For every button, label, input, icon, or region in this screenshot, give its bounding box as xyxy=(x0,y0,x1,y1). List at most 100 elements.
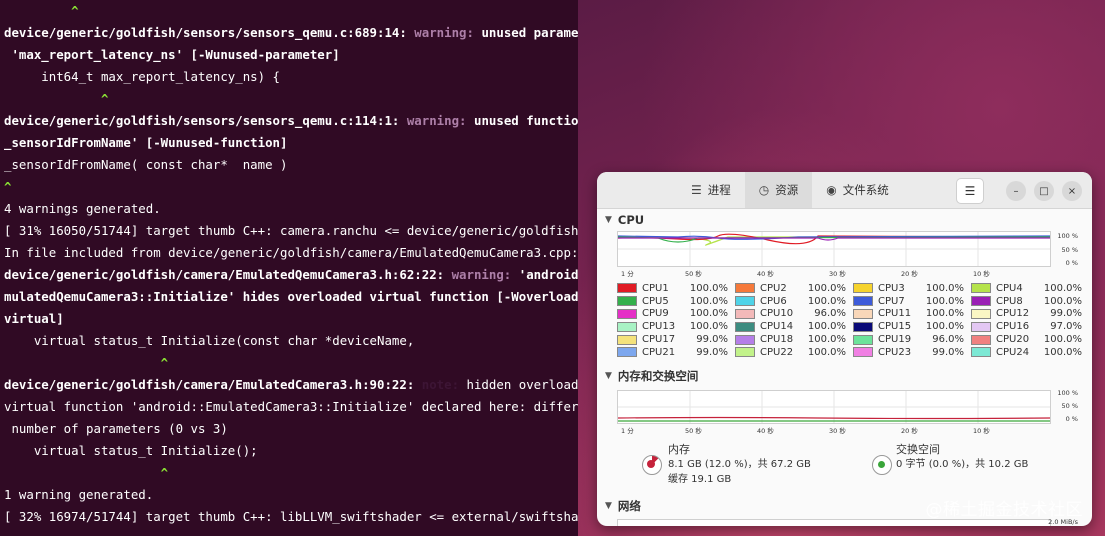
cpu-legend-item[interactable]: CPU9 100.0% xyxy=(617,308,735,321)
chevron-down-icon: ▼ xyxy=(605,501,612,511)
cpu-color-swatch[interactable] xyxy=(853,347,873,358)
tab-label: 资源 xyxy=(775,183,799,197)
terminal-window[interactable]: ^ device/generic/goldfish/sensors/sensors… xyxy=(0,0,579,536)
terminal-text: In file included from device/generic/gol… xyxy=(4,245,579,260)
cpu-color-swatch[interactable] xyxy=(735,296,755,307)
header-bar: ☰ 进程 ◷ 资源 ◉ 文件系统 ☰ – □ × xyxy=(597,172,1092,209)
chevron-down-icon: ▼ xyxy=(605,371,612,381)
tab-file-systems[interactable]: ◉ 文件系统 xyxy=(812,172,902,208)
terminal-line: [ 32% 16974/51744] target thumb C++: lib… xyxy=(0,506,578,528)
section-title: 网络 xyxy=(617,499,641,513)
cpu-color-swatch[interactable] xyxy=(735,283,755,294)
cpu-legend-item[interactable]: CPU17 99.0% xyxy=(617,333,735,346)
cpu-legend-item[interactable]: CPU22 100.0% xyxy=(735,346,853,359)
cpu-color-swatch[interactable] xyxy=(853,308,873,319)
cpu-color-swatch[interactable] xyxy=(617,308,637,319)
terminal-line: ^ xyxy=(0,176,578,198)
cpu-legend-item[interactable]: CPU4 100.0% xyxy=(971,282,1089,295)
cpu-legend-item[interactable]: CPU15 100.0% xyxy=(853,320,971,333)
cpu-name: CPU4 xyxy=(996,282,1023,294)
minimize-icon[interactable]: – xyxy=(1006,181,1026,201)
cpu-color-swatch[interactable] xyxy=(735,308,755,319)
memory-section-header[interactable]: ▼ 内存和交换空间 xyxy=(605,368,698,384)
tab-resources[interactable]: ◷ 资源 xyxy=(744,172,813,208)
terminal-text: unused parameter xyxy=(481,25,579,40)
terminal-text: 'max_report_latency_ns' [-Wunused-parame… xyxy=(4,47,340,62)
cpu-color-swatch[interactable] xyxy=(617,321,637,332)
cpu-color-swatch[interactable] xyxy=(853,283,873,294)
maximize-icon[interactable]: □ xyxy=(1034,181,1054,201)
system-monitor-window: ☰ 进程 ◷ 资源 ◉ 文件系统 ☰ – □ × ▼ CPU 100 % 50 … xyxy=(597,172,1092,526)
network-section-header[interactable]: ▼ 网络 xyxy=(605,498,641,514)
cpu-legend-item[interactable]: CPU7 100.0% xyxy=(853,295,971,308)
terminal-line: device/generic/goldfish/camera/EmulatedC… xyxy=(0,374,578,396)
terminal-line: 1 warning generated. xyxy=(0,484,578,506)
cpu-name: CPU15 xyxy=(878,321,912,333)
terminal-text: [ 32% 16974/51744] target thumb C++: lib… xyxy=(4,509,579,524)
cpu-color-swatch[interactable] xyxy=(971,296,991,307)
cpu-color-swatch[interactable] xyxy=(853,296,873,307)
cpu-legend-item[interactable]: CPU2 100.0% xyxy=(735,282,853,295)
cpu-color-swatch[interactable] xyxy=(617,334,637,345)
cpu-legend-item[interactable]: CPU20 100.0% xyxy=(971,333,1089,346)
cpu-legend-item[interactable]: CPU16 97.0% xyxy=(971,320,1089,333)
cpu-legend-item[interactable]: CPU18 100.0% xyxy=(735,333,853,346)
cpu-color-swatch[interactable] xyxy=(971,334,991,345)
terminal-text: hidden overloaded xyxy=(466,377,579,392)
cpu-legend-item[interactable]: CPU21 99.0% xyxy=(617,346,735,359)
cpu-legend-item[interactable]: CPU5 100.0% xyxy=(617,295,735,308)
mem-pct-label: 0 % xyxy=(1065,415,1078,423)
cpu-usage-value: 100.0% xyxy=(1043,282,1082,294)
swap-used: 0 字节 (0.0 %)，共 10.2 GB xyxy=(896,459,1029,470)
cpu-color-swatch[interactable] xyxy=(971,308,991,319)
cpu-section-header[interactable]: ▼ CPU xyxy=(605,213,644,227)
cpu-color-swatch[interactable] xyxy=(735,334,755,345)
tab-processes[interactable]: ☰ 进程 xyxy=(677,172,745,208)
cpu-color-swatch[interactable] xyxy=(971,347,991,358)
cpu-color-swatch[interactable] xyxy=(735,347,755,358)
cpu-name: CPU24 xyxy=(996,346,1030,358)
cpu-name: CPU8 xyxy=(996,295,1023,307)
cpu-color-swatch[interactable] xyxy=(617,347,637,358)
cpu-usage-value: 100.0% xyxy=(807,321,846,333)
terminal-text: virtual] xyxy=(4,311,64,326)
cpu-legend-item[interactable]: CPU13 100.0% xyxy=(617,320,735,333)
cpu-legend-item[interactable]: CPU11 100.0% xyxy=(853,308,971,321)
time-label: 30 秒 xyxy=(829,270,846,278)
cpu-usage-value: 100.0% xyxy=(925,295,964,307)
memory-used: 8.1 GB (12.0 %)，共 67.2 GB xyxy=(668,459,811,470)
terminal-text: ^ xyxy=(4,355,169,370)
cpu-usage-value: 99.0% xyxy=(696,346,728,358)
cpu-legend-item[interactable]: CPU3 100.0% xyxy=(853,282,971,295)
terminal-line: virtual status_t Initialize(const char *… xyxy=(0,330,578,352)
terminal-text: unused function ' xyxy=(473,113,579,128)
cpu-color-swatch[interactable] xyxy=(853,334,873,345)
swap-info: 交换空间 0 字节 (0.0 %)，共 10.2 GB xyxy=(896,442,1028,472)
cpu-legend-item[interactable]: CPU23 99.0% xyxy=(853,346,971,359)
cpu-color-swatch[interactable] xyxy=(617,283,637,294)
disk-icon: ◉ xyxy=(826,183,837,197)
close-icon[interactable]: × xyxy=(1062,181,1082,201)
terminal-text: device/generic/goldfish/camera/EmulatedQ… xyxy=(4,267,452,282)
cpu-color-swatch[interactable] xyxy=(735,321,755,332)
cpu-legend-item[interactable]: CPU1 100.0% xyxy=(617,282,735,295)
cpu-legend-item[interactable]: CPU14 100.0% xyxy=(735,320,853,333)
cpu-legend-item[interactable]: CPU24 100.0% xyxy=(971,346,1089,359)
cpu-color-swatch[interactable] xyxy=(853,321,873,332)
cpu-color-swatch[interactable] xyxy=(617,296,637,307)
time-label: 40 秒 xyxy=(757,427,774,435)
cpu-legend-item[interactable]: CPU6 100.0% xyxy=(735,295,853,308)
cpu-legend-item[interactable]: CPU8 100.0% xyxy=(971,295,1089,308)
cpu-name: CPU16 xyxy=(996,321,1030,333)
cpu-color-swatch[interactable] xyxy=(971,283,991,294)
cpu-usage-value: 99.0% xyxy=(932,346,964,358)
swap-dot xyxy=(878,461,885,468)
cpu-usage-value: 100.0% xyxy=(689,282,728,294)
cpu-legend-item[interactable]: CPU10 96.0% xyxy=(735,308,853,321)
terminal-text: virtual status_t Initialize(); xyxy=(4,443,258,458)
terminal-line: mulatedQemuCamera3::Initialize' hides ov… xyxy=(0,286,578,308)
hamburger-menu-icon[interactable]: ☰ xyxy=(956,178,984,204)
cpu-legend-item[interactable]: CPU19 96.0% xyxy=(853,333,971,346)
cpu-color-swatch[interactable] xyxy=(971,321,991,332)
cpu-legend-item[interactable]: CPU12 99.0% xyxy=(971,308,1089,321)
